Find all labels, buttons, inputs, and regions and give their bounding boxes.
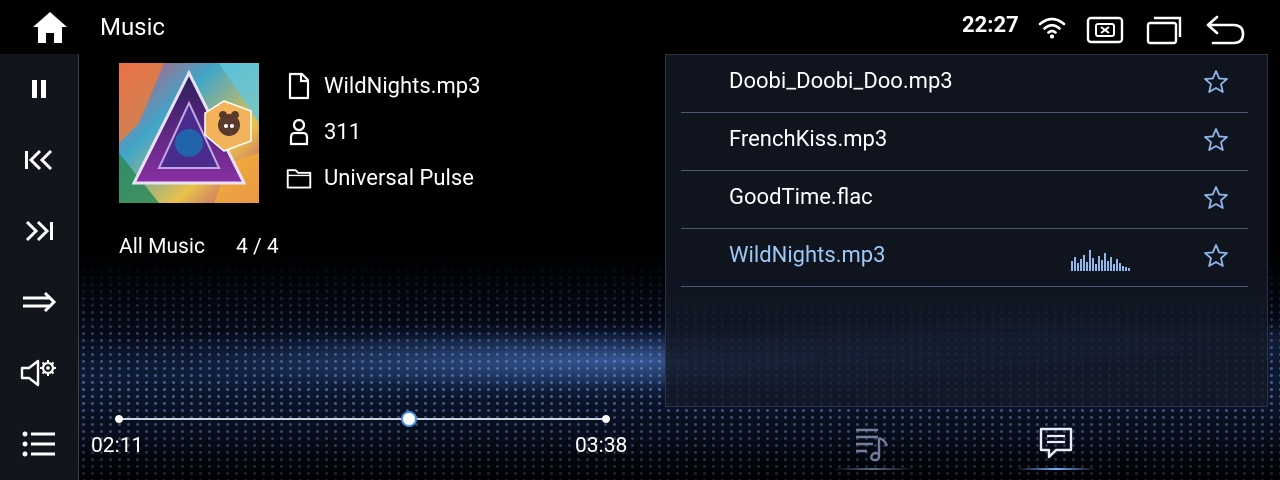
music-list-icon	[856, 428, 889, 462]
status-bar: Music 22:27	[0, 0, 1280, 54]
playlist-label: All Music	[119, 235, 205, 259]
previous-icon[interactable]	[19, 140, 59, 180]
progress-end-dot	[602, 415, 610, 423]
menu-list-icon[interactable]	[19, 424, 59, 464]
home-icon[interactable]	[30, 10, 70, 46]
tab-lyrics[interactable]	[1016, 424, 1096, 470]
audio-settings-icon[interactable]	[19, 353, 59, 393]
back-icon[interactable]	[1205, 14, 1247, 50]
progress-track[interactable]	[119, 418, 606, 420]
progress-start-dot	[115, 415, 123, 423]
file-name-row: WildNights.mp3	[286, 71, 481, 101]
track-name: WildNights.mp3	[729, 243, 886, 268]
tab-underline	[833, 468, 913, 470]
album-row: Universal Pulse	[286, 163, 474, 193]
tab-music-list[interactable]	[833, 424, 913, 470]
sidebar	[0, 54, 79, 480]
track-row-active[interactable]: WildNights.mp3	[681, 229, 1248, 287]
track-name: GoodTime.flac	[729, 185, 873, 210]
time-elapsed: 02:11	[91, 434, 144, 458]
lyrics-icon	[1039, 427, 1073, 459]
next-icon[interactable]	[19, 211, 59, 251]
close-screen-icon[interactable]	[1086, 16, 1124, 48]
track-name: Doobi_Doobi_Doo.mp3	[729, 69, 953, 94]
playlist-panel: Doobi_Doobi_Doo.mp3 FrenchKiss.mp3 GoodT…	[665, 54, 1268, 407]
artist-icon	[286, 118, 312, 146]
favorite-star-icon[interactable]	[1203, 127, 1229, 153]
repeat-sequence-icon[interactable]	[19, 282, 59, 322]
file-name: WildNights.mp3	[324, 73, 481, 99]
app-title: Music	[100, 13, 165, 41]
track-row[interactable]: GoodTime.flac	[681, 171, 1248, 229]
wifi-icon	[1037, 16, 1067, 44]
artist-name: 311	[324, 119, 362, 145]
favorite-star-icon[interactable]	[1203, 185, 1229, 211]
playlist-count: 4 / 4	[236, 235, 279, 259]
album-name: Universal Pulse	[324, 165, 474, 191]
tab-underline-active	[1016, 468, 1096, 470]
folder-icon	[286, 164, 312, 192]
track-row[interactable]: FrenchKiss.mp3	[681, 113, 1248, 171]
file-icon	[286, 72, 312, 100]
equalizer-playing-icon	[1071, 250, 1130, 271]
favorite-star-icon[interactable]	[1203, 243, 1229, 269]
pause-icon[interactable]	[19, 69, 59, 109]
clock: 22:27	[962, 13, 1019, 38]
track-name: FrenchKiss.mp3	[729, 127, 888, 152]
album-cover	[119, 63, 259, 203]
favorite-star-icon[interactable]	[1203, 69, 1229, 95]
artist-row: 311	[286, 117, 361, 147]
progress-thumb[interactable]	[401, 411, 417, 427]
track-row[interactable]: Doobi_Doobi_Doo.mp3	[681, 55, 1248, 113]
time-total: 03:38	[575, 434, 628, 458]
window-icon[interactable]	[1145, 15, 1183, 49]
